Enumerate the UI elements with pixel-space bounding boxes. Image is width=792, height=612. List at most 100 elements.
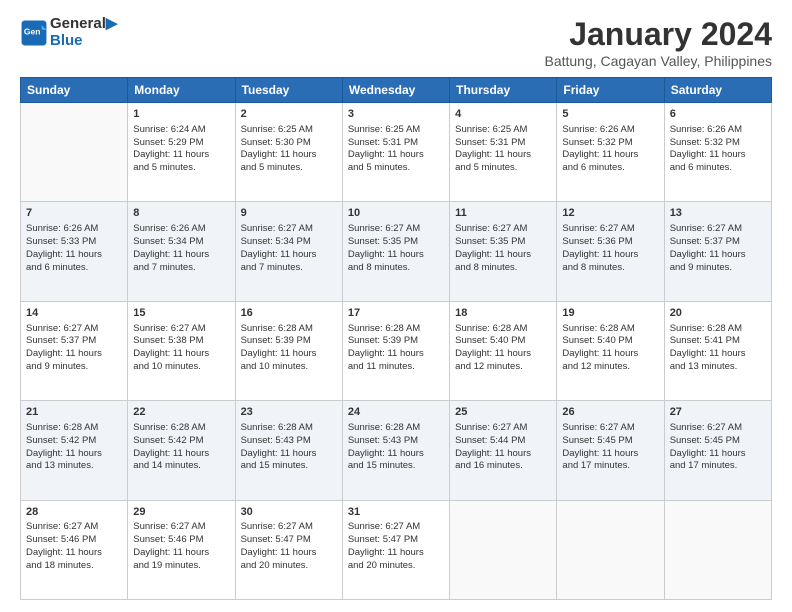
calendar-cell: 26Sunrise: 6:27 AMSunset: 5:45 PMDayligh… [557, 401, 664, 500]
day-info: Sunrise: 6:28 AMSunset: 5:39 PMDaylight:… [241, 323, 337, 374]
day-number: 6 [670, 107, 766, 122]
day-number: 29 [133, 505, 229, 520]
calendar-cell: 29Sunrise: 6:27 AMSunset: 5:46 PMDayligh… [128, 500, 235, 599]
calendar-cell [21, 103, 128, 202]
calendar-cell: 20Sunrise: 6:28 AMSunset: 5:41 PMDayligh… [664, 301, 771, 400]
calendar-cell: 21 Sunrise: 6:28 AMSunset: 5:42 PMDayligh… [21, 401, 128, 500]
calendar-cell [664, 500, 771, 599]
calendar-cell: 12 Sunrise: 6:27 AMSunset: 5:36 PMDayligh… [557, 202, 664, 301]
calendar-cell: 7 Sunrise: 6:26 AMSunset: 5:33 PMDaylight… [21, 202, 128, 301]
calendar-cell: 28Sunrise: 6:27 AMSunset: 5:46 PMDayligh… [21, 500, 128, 599]
calendar-week-row: 28Sunrise: 6:27 AMSunset: 5:46 PMDayligh… [21, 500, 772, 599]
page-title: January 2024 [544, 16, 772, 53]
day-info: Sunrise: 6:26 AMSunset: 5:32 PMDaylight:… [670, 124, 766, 175]
day-info: Sunrise: 6:28 AMSunset: 5:43 PMDaylight:… [241, 422, 337, 473]
calendar: SundayMondayTuesdayWednesdayThursdayFrid… [20, 77, 772, 600]
weekday-header: Thursday [450, 78, 557, 103]
day-number: 14 [26, 306, 122, 321]
calendar-week-row: 21 Sunrise: 6:28 AMSunset: 5:42 PMDayligh… [21, 401, 772, 500]
calendar-cell: 9Sunrise: 6:27 AMSunset: 5:34 PMDaylight… [235, 202, 342, 301]
day-info: Sunrise: 6:27 AMSunset: 5:35 PMDaylight:… [455, 223, 551, 274]
day-number: 26 [562, 405, 658, 420]
day-info: Sunrise: 6:27 AMSunset: 5:35 PMDaylight:… [348, 223, 444, 274]
day-info: Sunrise: 6:26 AMSunset: 5:33 PMDaylight:… [26, 223, 122, 274]
day-info: Sunrise: 6:28 AMSunset: 5:42 PMDaylight:… [26, 422, 122, 473]
day-number: 13 [670, 206, 766, 221]
day-info: Sunrise: 6:27 AMSunset: 5:44 PMDaylight:… [455, 422, 551, 473]
day-number: 15 [133, 306, 229, 321]
calendar-cell: 15 Sunrise: 6:27 AMSunset: 5:38 PMDayligh… [128, 301, 235, 400]
calendar-cell: 10 Sunrise: 6:27 AMSunset: 5:35 PMDayligh… [342, 202, 449, 301]
day-number: 19 [562, 306, 658, 321]
day-info: Sunrise: 6:27 AMSunset: 5:46 PMDaylight:… [26, 521, 122, 572]
logo-text: General▶ Blue [50, 16, 117, 49]
day-number: 4 [455, 107, 551, 122]
calendar-cell: 5 Sunrise: 6:26 AMSunset: 5:32 PMDaylight… [557, 103, 664, 202]
day-info: Sunrise: 6:25 AMSunset: 5:30 PMDaylight:… [241, 124, 337, 175]
calendar-cell [557, 500, 664, 599]
day-number: 10 [348, 206, 444, 221]
calendar-cell: 6 Sunrise: 6:26 AMSunset: 5:32 PMDaylight… [664, 103, 771, 202]
day-number: 27 [670, 405, 766, 420]
calendar-cell: 4Sunrise: 6:25 AMSunset: 5:31 PMDaylight… [450, 103, 557, 202]
day-info: Sunrise: 6:27 AMSunset: 5:36 PMDaylight:… [562, 223, 658, 274]
day-number: 31 [348, 505, 444, 520]
day-number: 28 [26, 505, 122, 520]
calendar-cell: 17Sunrise: 6:28 AMSunset: 5:39 PMDayligh… [342, 301, 449, 400]
day-number: 25 [455, 405, 551, 420]
day-number: 1 [133, 107, 229, 122]
calendar-cell: 25 Sunrise: 6:27 AMSunset: 5:44 PMDayligh… [450, 401, 557, 500]
day-info: Sunrise: 6:24 AMSunset: 5:29 PMDaylight:… [133, 124, 229, 175]
day-info: Sunrise: 6:27 AMSunset: 5:47 PMDaylight:… [348, 521, 444, 572]
day-info: Sunrise: 6:27 AMSunset: 5:38 PMDaylight:… [133, 323, 229, 374]
calendar-cell [450, 500, 557, 599]
day-info: Sunrise: 6:28 AMSunset: 5:43 PMDaylight:… [348, 422, 444, 473]
day-number: 24 [348, 405, 444, 420]
header: Gen General▶ Blue January 2024 Battung, … [20, 16, 772, 69]
day-info: Sunrise: 6:28 AMSunset: 5:41 PMDaylight:… [670, 323, 766, 374]
logo-icon: Gen [20, 19, 48, 47]
day-number: 7 [26, 206, 122, 221]
day-info: Sunrise: 6:27 AMSunset: 5:47 PMDaylight:… [241, 521, 337, 572]
day-info: Sunrise: 6:27 AMSunset: 5:46 PMDaylight:… [133, 521, 229, 572]
day-number: 11 [455, 206, 551, 221]
day-number: 18 [455, 306, 551, 321]
calendar-cell: 23Sunrise: 6:28 AMSunset: 5:43 PMDayligh… [235, 401, 342, 500]
day-number: 30 [241, 505, 337, 520]
calendar-cell: 3 Sunrise: 6:25 AMSunset: 5:31 PMDaylight… [342, 103, 449, 202]
day-info: Sunrise: 6:26 AMSunset: 5:34 PMDaylight:… [133, 223, 229, 274]
calendar-cell: 31Sunrise: 6:27 AMSunset: 5:47 PMDayligh… [342, 500, 449, 599]
day-number: 16 [241, 306, 337, 321]
weekday-header: Friday [557, 78, 664, 103]
calendar-cell: 14Sunrise: 6:27 AMSunset: 5:37 PMDayligh… [21, 301, 128, 400]
calendar-week-row: 7 Sunrise: 6:26 AMSunset: 5:33 PMDaylight… [21, 202, 772, 301]
day-number: 17 [348, 306, 444, 321]
calendar-cell: 2 Sunrise: 6:25 AMSunset: 5:30 PMDaylight… [235, 103, 342, 202]
logo: Gen General▶ Blue [20, 16, 117, 49]
day-number: 21 [26, 405, 122, 420]
calendar-week-row: 14Sunrise: 6:27 AMSunset: 5:37 PMDayligh… [21, 301, 772, 400]
day-info: Sunrise: 6:27 AMSunset: 5:34 PMDaylight:… [241, 223, 337, 274]
day-info: Sunrise: 6:27 AMSunset: 5:37 PMDaylight:… [670, 223, 766, 274]
day-number: 2 [241, 107, 337, 122]
weekday-header: Sunday [21, 78, 128, 103]
calendar-cell: 27Sunrise: 6:27 AMSunset: 5:45 PMDayligh… [664, 401, 771, 500]
day-info: Sunrise: 6:28 AMSunset: 5:42 PMDaylight:… [133, 422, 229, 473]
day-number: 22 [133, 405, 229, 420]
calendar-cell: 13 Sunrise: 6:27 AMSunset: 5:37 PMDayligh… [664, 202, 771, 301]
day-info: Sunrise: 6:26 AMSunset: 5:32 PMDaylight:… [562, 124, 658, 175]
day-number: 3 [348, 107, 444, 122]
calendar-cell: 11 Sunrise: 6:27 AMSunset: 5:35 PMDayligh… [450, 202, 557, 301]
weekday-header: Saturday [664, 78, 771, 103]
day-number: 5 [562, 107, 658, 122]
calendar-cell: 8 Sunrise: 6:26 AMSunset: 5:34 PMDaylight… [128, 202, 235, 301]
weekday-header: Tuesday [235, 78, 342, 103]
day-number: 8 [133, 206, 229, 221]
svg-text:Gen: Gen [24, 26, 41, 36]
day-number: 12 [562, 206, 658, 221]
calendar-cell: 22 Sunrise: 6:28 AMSunset: 5:42 PMDayligh… [128, 401, 235, 500]
calendar-cell: 24 Sunrise: 6:28 AMSunset: 5:43 PMDayligh… [342, 401, 449, 500]
page: Gen General▶ Blue January 2024 Battung, … [0, 0, 792, 612]
calendar-week-row: 1 Sunrise: 6:24 AMSunset: 5:29 PMDaylight… [21, 103, 772, 202]
day-info: Sunrise: 6:25 AMSunset: 5:31 PMDaylight:… [348, 124, 444, 175]
